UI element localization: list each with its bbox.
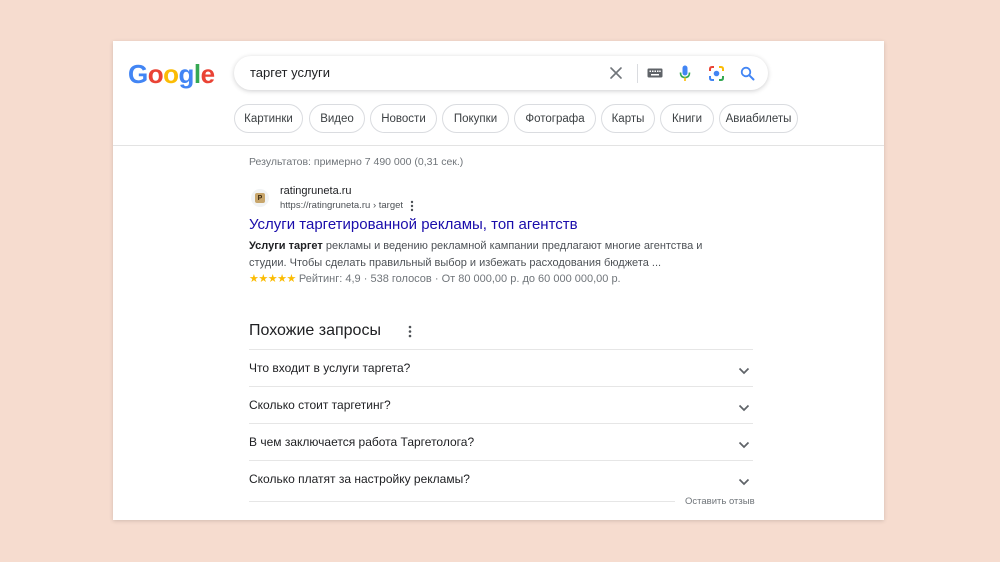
search-icon[interactable] bbox=[734, 56, 760, 90]
chip-news[interactable]: Новости bbox=[370, 104, 437, 133]
microphone-icon[interactable] bbox=[672, 56, 698, 90]
related-question-text: В чем заключается работа Таргетолога? bbox=[249, 435, 475, 449]
related-question[interactable]: Сколько стоит таргетинг? bbox=[249, 386, 753, 423]
rating-stars: ★★★★★ bbox=[249, 273, 296, 285]
search-input[interactable]: таргет услуги bbox=[250, 65, 330, 80]
chip-photographer[interactable]: Фотографа bbox=[514, 104, 596, 133]
logo-letter: o bbox=[163, 59, 179, 89]
related-searches-title: Похожие запросы bbox=[249, 322, 381, 339]
chevron-down-icon[interactable] bbox=[738, 473, 750, 491]
price-range: От 80 000,00 р. до 60 000 000,00 р. bbox=[441, 273, 621, 285]
logo-letter: g bbox=[178, 59, 195, 89]
browser-window: Google таргет услуги Картинки Видео Ново… bbox=[113, 41, 884, 520]
related-question[interactable]: В чем заключается работа Таргетолога? bbox=[249, 423, 753, 460]
logo-letter: G bbox=[128, 59, 148, 89]
feedback-divider bbox=[249, 501, 675, 502]
favicon-letter: Р bbox=[255, 193, 265, 203]
logo-letter: l bbox=[193, 59, 201, 89]
related-question[interactable]: Что входит в услуги таргета? bbox=[249, 349, 753, 386]
related-question-text: Сколько платят за настройку рекламы? bbox=[249, 472, 470, 486]
chip-flights[interactable]: Авиабилеты bbox=[719, 104, 798, 133]
related-question-text: Что входит в услуги таргета? bbox=[249, 361, 411, 375]
chip-maps[interactable]: Карты bbox=[601, 104, 655, 133]
snippet-bold: Услуги таргет bbox=[249, 240, 323, 252]
related-question-text: Сколько стоит таргетинг? bbox=[249, 398, 391, 412]
rating-sep: · bbox=[434, 273, 442, 285]
related-menu-icon[interactable] bbox=[408, 325, 412, 343]
result-title-link[interactable]: Услуги таргетированной рекламы, топ аген… bbox=[249, 216, 578, 233]
result-snippet: Услуги таргет рекламы и ведению рекламно… bbox=[249, 238, 719, 272]
site-favicon[interactable]: Р bbox=[251, 189, 269, 207]
rating-text: Рейтинг: 4,9 bbox=[298, 273, 361, 285]
keyboard-icon[interactable] bbox=[642, 56, 668, 90]
rating-votes: 538 голосов bbox=[370, 273, 432, 285]
lens-icon[interactable] bbox=[702, 56, 730, 90]
site-name[interactable]: ratingruneta.ru bbox=[280, 185, 352, 197]
result-stats: Результатов: примерно 7 490 000 (0,31 се… bbox=[249, 156, 464, 168]
search-box[interactable]: таргет услуги bbox=[234, 56, 768, 90]
feedback-link[interactable]: Оставить отзыв bbox=[685, 496, 755, 507]
chip-images[interactable]: Картинки bbox=[234, 104, 303, 133]
logo-letter: o bbox=[147, 59, 164, 89]
chevron-down-icon[interactable] bbox=[738, 399, 750, 417]
search-divider bbox=[637, 64, 638, 83]
google-logo[interactable]: Google bbox=[128, 59, 215, 90]
logo-letter: e bbox=[200, 59, 215, 89]
site-url[interactable]: https://ratingruneta.ru › target bbox=[280, 200, 403, 211]
header-divider bbox=[113, 145, 884, 146]
rating-line: ★★★★★ Рейтинг: 4,9 · 538 голосов · От 80… bbox=[249, 272, 621, 285]
result-menu-icon[interactable] bbox=[410, 199, 414, 217]
related-question[interactable]: Сколько платят за настройку рекламы? bbox=[249, 460, 753, 497]
close-icon[interactable] bbox=[604, 56, 628, 90]
chip-books[interactable]: Книги bbox=[660, 104, 714, 133]
chevron-down-icon[interactable] bbox=[738, 362, 750, 380]
chip-shopping[interactable]: Покупки bbox=[442, 104, 509, 133]
chevron-down-icon[interactable] bbox=[738, 436, 750, 454]
chip-video[interactable]: Видео bbox=[309, 104, 365, 133]
